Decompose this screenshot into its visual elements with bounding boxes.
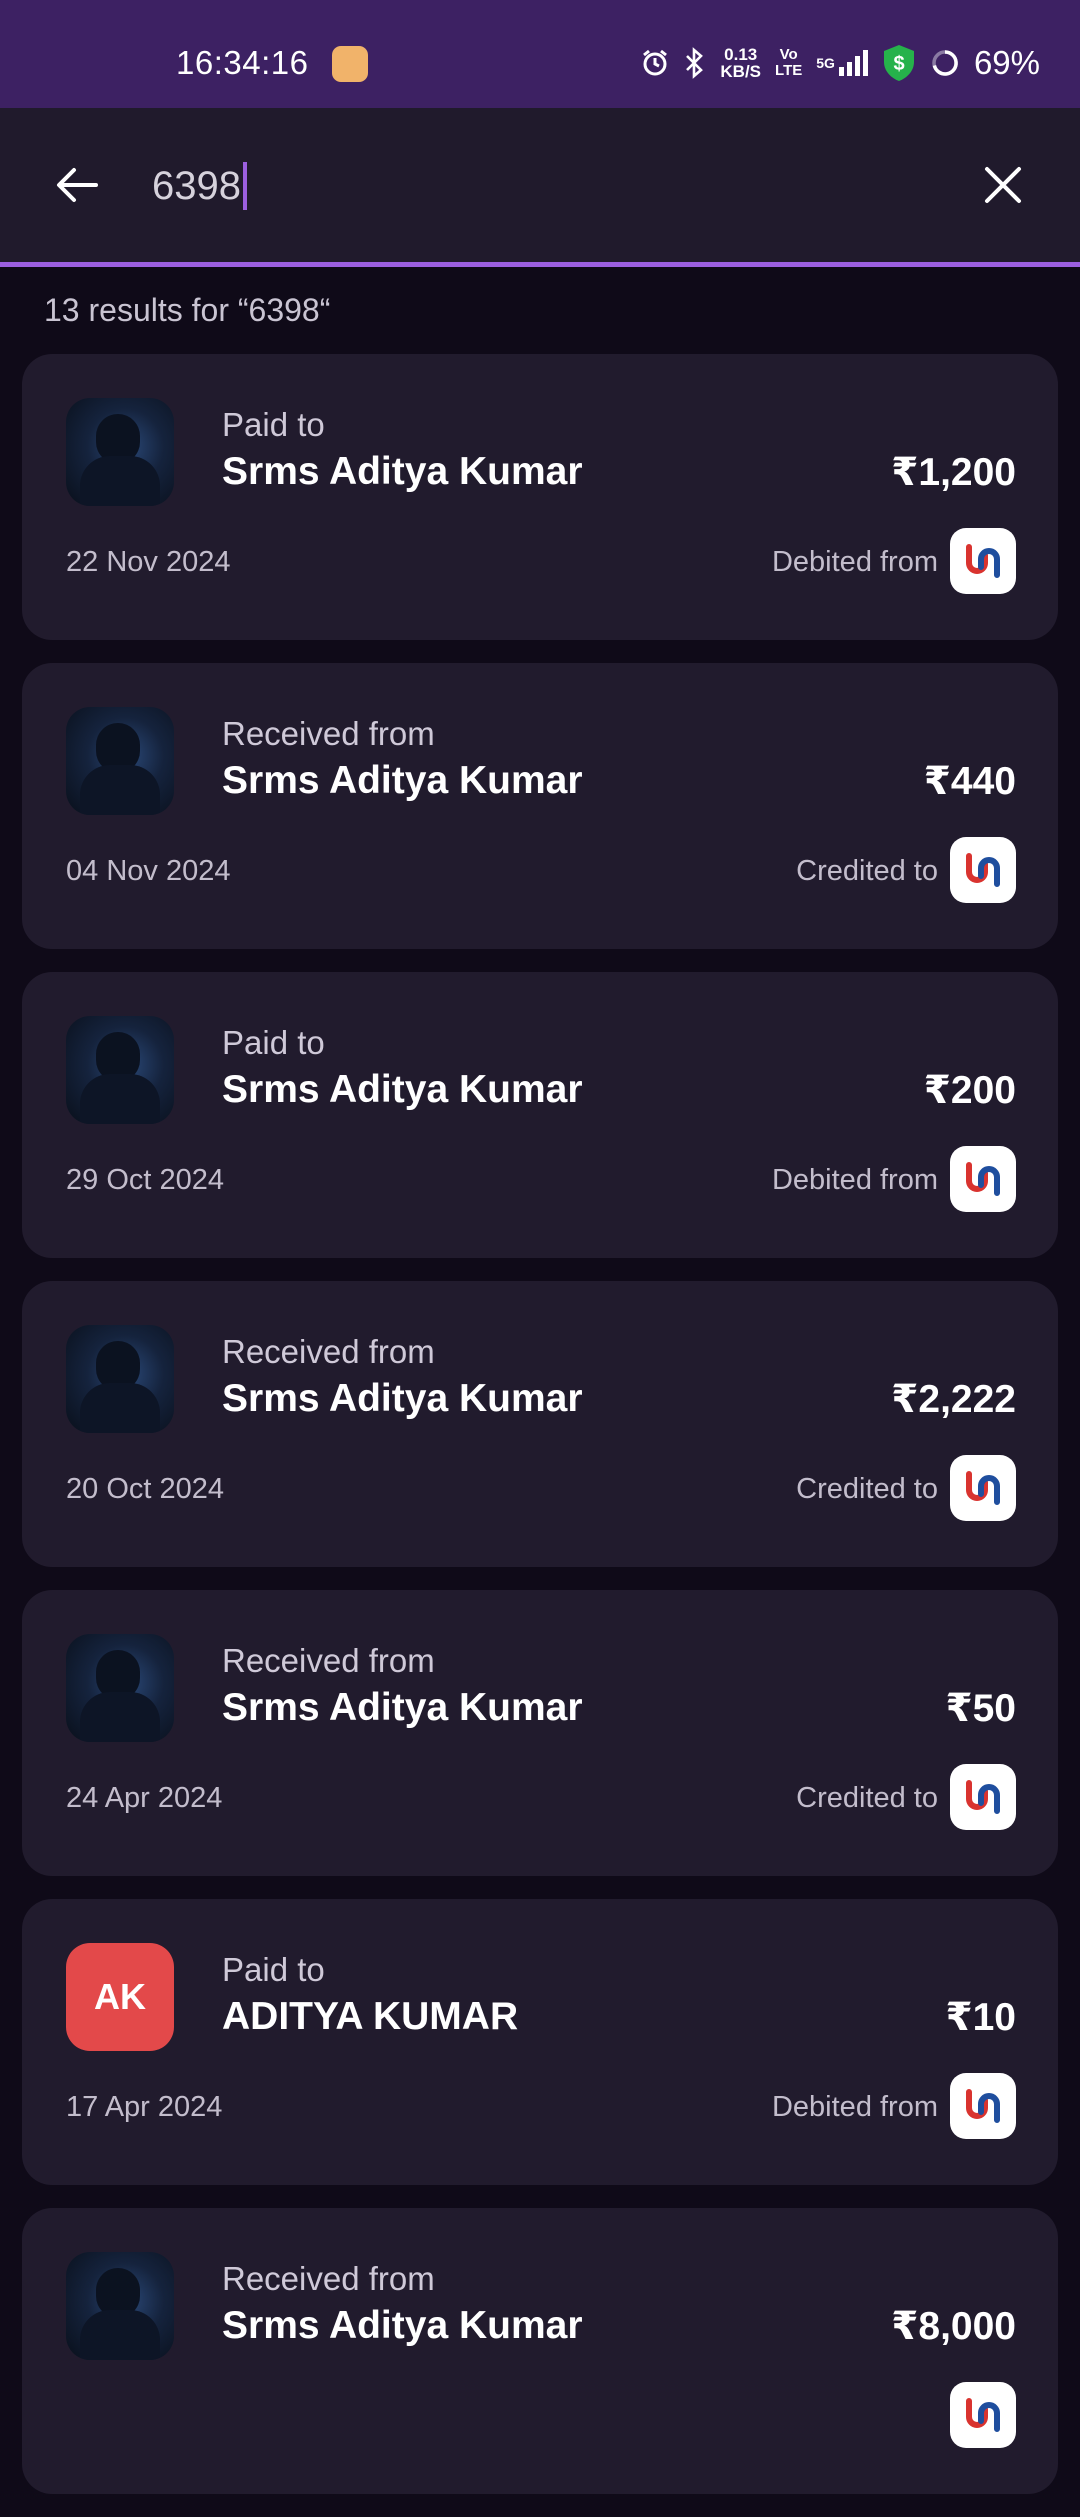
alarm-icon: [640, 48, 670, 78]
avatar: [66, 1016, 174, 1124]
avatar: [66, 398, 174, 506]
results-count: 13 results for “6398“: [44, 292, 331, 328]
avatar: [66, 707, 174, 815]
transaction-date: 22 Nov 2024: [66, 546, 231, 578]
back-button[interactable]: [46, 154, 108, 216]
transaction-amount: ₹200: [923, 1069, 1016, 1112]
payee-name: Srms Aditya Kumar: [222, 1377, 583, 1420]
account-label: Credited to: [796, 855, 938, 887]
close-icon: [985, 167, 1021, 203]
text-caret: [242, 162, 247, 210]
transaction-card[interactable]: Paid to Srms Aditya Kumar ₹200 29 Oct 20…: [22, 972, 1058, 1258]
transaction-amount: ₹10: [945, 1996, 1016, 2039]
status-icons: 0.13 KB/S Vo LTE 5G $ 69%: [640, 44, 1040, 82]
status-bar: 16:34:16 0.13 KB/S Vo LTE 5G $ 69%: [0, 0, 1080, 108]
signal-icon: 5G: [816, 49, 868, 77]
search-underline: [0, 262, 1080, 267]
svg-text:$: $: [893, 53, 904, 75]
avatar-photo: [66, 1325, 174, 1433]
account-label: Debited from: [771, 546, 938, 578]
payee-name: Srms Aditya Kumar: [222, 2304, 583, 2347]
avatar-photo: [66, 707, 174, 815]
transaction-date: 04 Nov 2024: [66, 855, 231, 887]
avatar-photo: [66, 2252, 174, 2360]
avatar-photo: [66, 398, 174, 506]
account-label: Debited from: [771, 1164, 938, 1196]
transaction-amount: ₹50: [945, 1687, 1016, 1730]
network-type: 5G: [816, 55, 835, 71]
clear-search-button[interactable]: [972, 154, 1034, 216]
payee-name: Srms Aditya Kumar: [222, 450, 583, 493]
back-arrow-icon: [57, 168, 98, 202]
account-label: Credited to: [796, 1473, 938, 1505]
search-query: 6398: [152, 163, 241, 208]
battery-percent: 69%: [973, 44, 1040, 81]
transaction-amount: ₹2,222: [891, 1378, 1016, 1421]
bank-logo-icon: [950, 2073, 1016, 2139]
speed-unit: KB/S: [720, 62, 762, 81]
transaction-card[interactable]: Paid to Srms Aditya Kumar ₹1,200 22 Nov …: [22, 354, 1058, 640]
bank-logo-icon: [950, 1764, 1016, 1830]
bank-logo-icon: [950, 837, 1016, 903]
transaction-type: Received from: [222, 1333, 435, 1370]
volte-indicator: Vo LTE: [775, 47, 802, 79]
payee-name: Srms Aditya Kumar: [222, 1686, 583, 1729]
avatar: [66, 1634, 174, 1742]
transaction-type: Received from: [222, 2260, 435, 2297]
transaction-card[interactable]: Received from Srms Aditya Kumar ₹2,222 2…: [22, 1281, 1058, 1567]
bank-logo-icon: [950, 1455, 1016, 1521]
transaction-type: Paid to: [222, 1951, 325, 1988]
transaction-card[interactable]: AK Paid to ADITYA KUMAR ₹10 17 Apr 2024 …: [22, 1899, 1058, 2185]
bank-logo-icon: [950, 528, 1016, 594]
avatar: AK: [66, 1943, 174, 2051]
transaction-date: 29 Oct 2024: [66, 1164, 224, 1196]
status-time: 16:34:16: [176, 44, 309, 81]
transaction-card[interactable]: Received from Srms Aditya Kumar ₹50 24 A…: [22, 1590, 1058, 1876]
bank-logo-icon: [950, 2382, 1016, 2448]
transaction-card[interactable]: Received from Srms Aditya Kumar ₹8,000: [22, 2208, 1058, 2494]
avatar-photo: [66, 1634, 174, 1742]
transaction-card[interactable]: Received from Srms Aditya Kumar ₹440 04 …: [22, 663, 1058, 949]
transaction-type: Received from: [222, 715, 435, 752]
transaction-amount: ₹440: [923, 760, 1016, 803]
transaction-type: Paid to: [222, 1024, 325, 1061]
bank-logo-icon: [950, 1146, 1016, 1212]
avatar: [66, 1325, 174, 1433]
avatar: [66, 2252, 174, 2360]
transaction-list: Paid to Srms Aditya Kumar ₹1,200 22 Nov …: [22, 354, 1058, 2517]
payee-name: ADITYA KUMAR: [222, 1995, 519, 2038]
payee-name: Srms Aditya Kumar: [222, 1068, 583, 1111]
shield-dollar-icon: $: [882, 44, 916, 82]
app-notification-icon: [332, 46, 368, 82]
avatar-initials: AK: [66, 1943, 174, 2051]
network-speed: 0.13 KB/S: [720, 46, 761, 80]
transaction-type: Received from: [222, 1642, 435, 1679]
bluetooth-icon: [684, 47, 706, 79]
search-input[interactable]: 6398: [152, 152, 952, 220]
battery-ring-icon: [930, 48, 960, 78]
volte-top: Vo: [779, 46, 798, 63]
account-label: Credited to: [796, 1782, 938, 1814]
payee-name: Srms Aditya Kumar: [222, 759, 583, 802]
transaction-amount: ₹1,200: [891, 451, 1016, 494]
transaction-date: 20 Oct 2024: [66, 1473, 224, 1505]
transaction-amount: ₹8,000: [891, 2305, 1016, 2348]
volte-bottom: LTE: [775, 62, 803, 79]
transaction-date: 17 Apr 2024: [66, 2091, 223, 2123]
transaction-type: Paid to: [222, 406, 325, 443]
avatar-photo: [66, 1016, 174, 1124]
transaction-date: 24 Apr 2024: [66, 1782, 223, 1814]
account-label: Debited from: [771, 2091, 938, 2123]
